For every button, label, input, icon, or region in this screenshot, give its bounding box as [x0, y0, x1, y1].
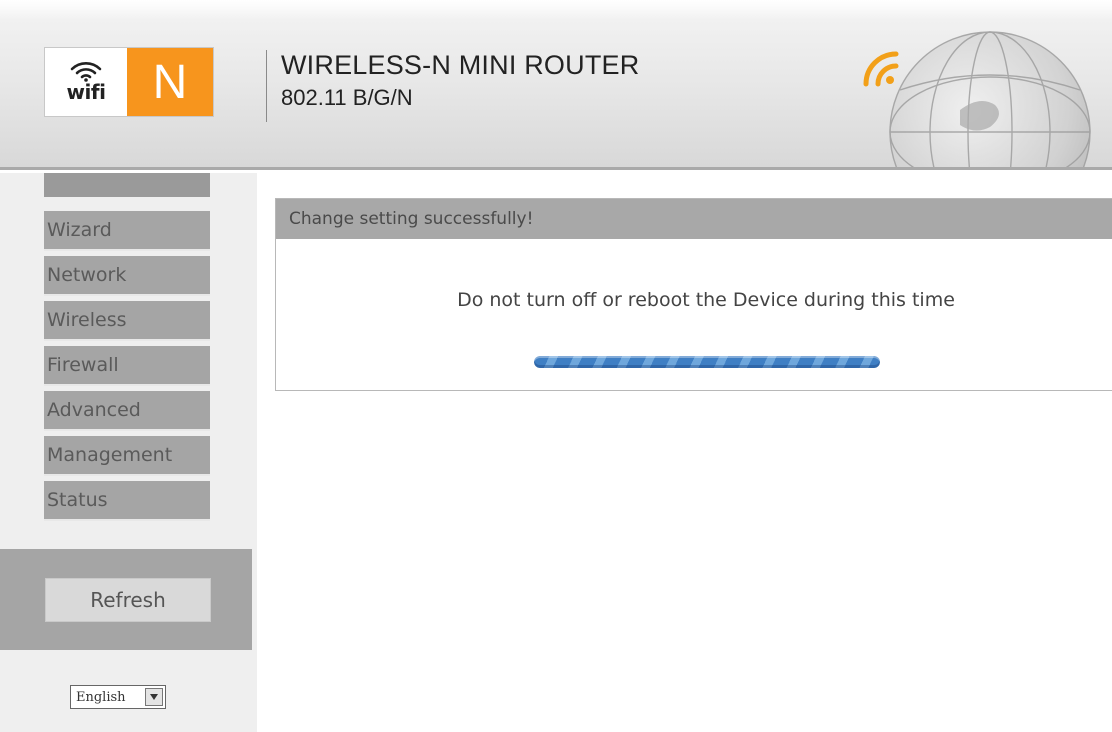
sidebar-item-label: Firewall: [47, 354, 119, 376]
sidebar-item-wizard[interactable]: Wizard: [44, 211, 210, 251]
sidebar-item-advanced[interactable]: Advanced: [44, 391, 210, 431]
wifi-signal-icon: [70, 62, 102, 82]
sidebar-item-label: Status: [47, 489, 108, 511]
refresh-button[interactable]: Refresh: [45, 578, 211, 622]
language-select-value: English: [76, 689, 126, 705]
dropdown-arrow-icon[interactable]: [145, 688, 163, 706]
reboot-warning-text: Do not turn off or reboot the Device dur…: [457, 289, 955, 311]
sidebar-item-management[interactable]: Management: [44, 436, 210, 476]
brand-logo: wifi N: [44, 47, 214, 117]
panel-title: Change setting successfully!: [276, 199, 1112, 239]
header-banner: wifi N WIRELESS-N MINI ROUTER 802.11 B/G…: [0, 0, 1112, 170]
progress-bar-fill: [534, 356, 880, 368]
sidebar: Wizard Network Wireless Firewall Advance…: [0, 173, 257, 732]
sidebar-item-label: Network: [47, 264, 127, 286]
sidebar-item-wireless[interactable]: Wireless: [44, 301, 210, 341]
sidebar-item-label: Advanced: [47, 399, 141, 421]
sidebar-item-label: Wizard: [47, 219, 112, 241]
status-panel: Change setting successfully! Do not turn…: [275, 198, 1112, 391]
product-title: WIRELESS-N MINI ROUTER: [281, 50, 640, 80]
logo-n-badge: N: [127, 48, 213, 116]
sidebar-item-network[interactable]: Network: [44, 256, 210, 296]
sidebar-header-bar: [44, 173, 210, 197]
sidebar-item-label: Wireless: [47, 309, 127, 331]
sidebar-item-status[interactable]: Status: [44, 481, 210, 521]
header-divider: [266, 50, 267, 122]
globe-decoration-icon: [863, 31, 1091, 167]
sidebar-item-firewall[interactable]: Firewall: [44, 346, 210, 386]
product-subtitle: 802.11 B/G/N: [281, 85, 413, 110]
wifi-logo-text: wifi: [66, 80, 106, 104]
wifi-logo: wifi: [45, 48, 127, 116]
language-select[interactable]: English: [70, 685, 166, 709]
sidebar-item-label: Management: [47, 444, 173, 466]
progress-bar: [534, 356, 880, 368]
